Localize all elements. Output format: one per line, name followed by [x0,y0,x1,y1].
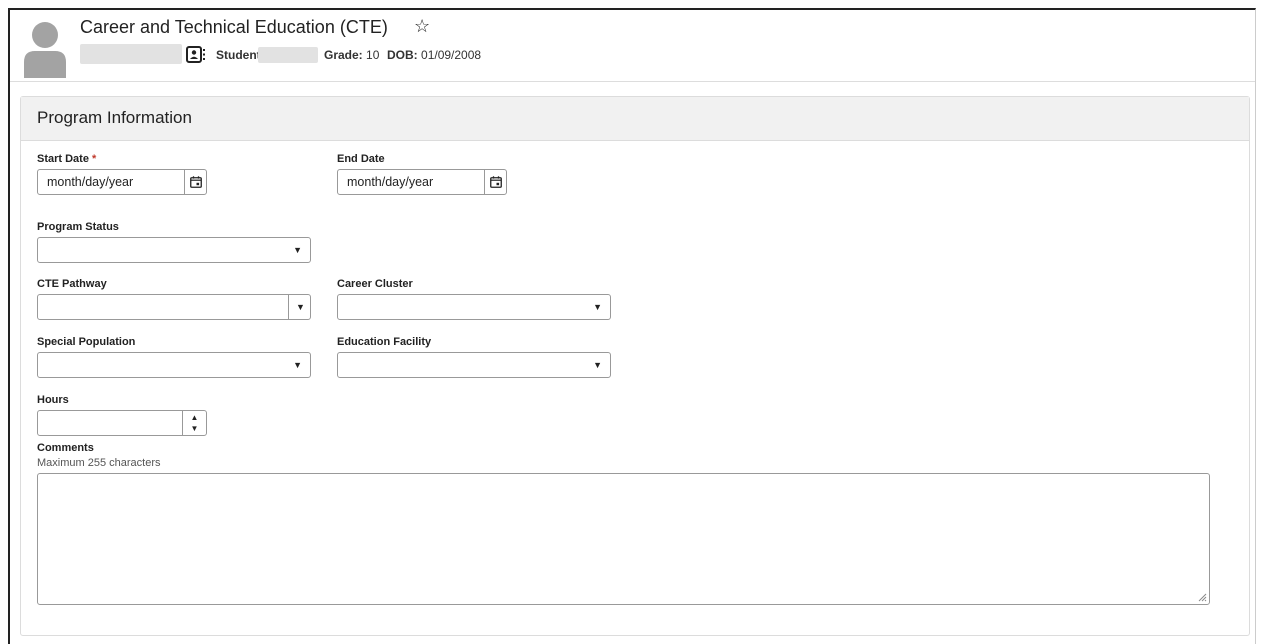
app-frame: Career and Technical Education (CTE) ☆ S… [8,8,1256,644]
program-status-label: Program Status [37,221,119,233]
chevron-down-icon: ▼ [293,245,302,255]
comments-label: Comments [37,442,94,454]
career-cluster-label: Career Cluster [337,278,413,290]
program-status-select[interactable]: ▼ [37,237,311,263]
dob-info: DOB: 01/09/2008 [387,48,482,62]
special-population-select[interactable]: ▼ [37,352,311,378]
end-date-calendar-button[interactable] [484,170,506,194]
chevron-down-icon: ▼ [593,302,602,312]
hours-label: Hours [37,394,69,406]
cte-pathway-select[interactable]: ▼ [37,294,311,320]
program-information-panel: Program Information Start Date * month/d… [20,96,1250,636]
comments-textarea[interactable] [37,473,1210,605]
calendar-icon [489,176,502,188]
student-header: Career and Technical Education (CTE) ☆ S… [10,10,1255,82]
special-population-label: Special Population [37,336,136,348]
hours-input[interactable]: ▲ ▼ [37,410,207,436]
end-date-field[interactable]: month/day/year [337,169,507,195]
education-facility-select[interactable]: ▼ [337,352,611,378]
star-outline-icon[interactable]: ☆ [414,16,430,37]
calendar-icon [189,176,202,188]
education-facility-label: Education Facility [337,336,432,348]
start-date-calendar-button[interactable] [184,170,206,194]
chevron-down-icon: ▼ [593,360,602,370]
page-title: Career and Technical Education (CTE) [80,17,388,37]
student-name-redacted [80,44,182,64]
comments-hint: Maximum 255 characters [37,457,161,469]
end-date-placeholder: month/day/year [347,175,434,189]
grade-info: Grade: 10 [324,48,380,62]
spinner-arrows-icon[interactable]: ▲ ▼ [182,411,206,435]
career-cluster-select[interactable]: ▼ [337,294,611,320]
chevron-down-icon: ▼ [293,360,302,370]
cte-pathway-label: CTE Pathway [37,278,107,290]
contact-card-icon[interactable] [186,46,206,63]
person-avatar-icon [24,22,66,78]
start-date-field[interactable]: month/day/year [37,169,207,195]
start-date-label: Start Date * [37,153,97,165]
resize-grip-icon[interactable] [1197,592,1207,602]
cte-pathway-dropdown-button[interactable]: ▼ [288,295,310,319]
start-date-placeholder: month/day/year [47,175,134,189]
student-number-redacted [258,47,318,63]
panel-title: Program Information [21,97,1249,141]
end-date-label: End Date [337,153,385,165]
chevron-down-icon: ▼ [296,302,305,312]
